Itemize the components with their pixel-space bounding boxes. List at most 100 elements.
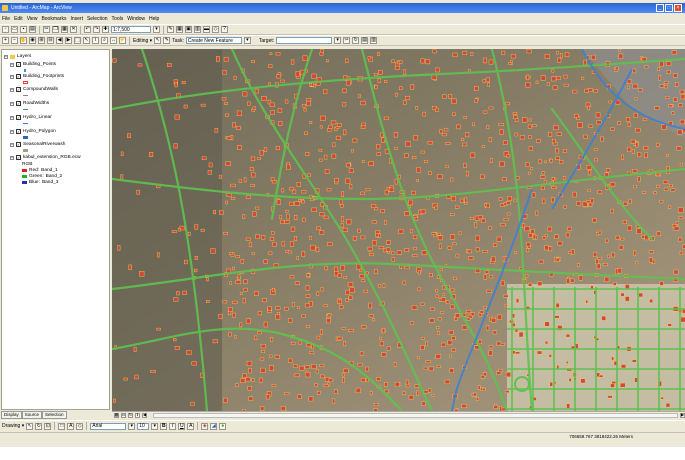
toc-layer-roadwidths[interactable]: − ✓ RoadWidths bbox=[10, 101, 49, 106]
collapse-icon[interactable]: − bbox=[4, 54, 8, 59]
toc-layer-building-footprints[interactable]: − ✓ Building_Footprints bbox=[10, 74, 64, 79]
paste-icon[interactable]: ▦ bbox=[61, 26, 68, 33]
pan-icon[interactable]: ✋ bbox=[20, 37, 27, 44]
scale-dropdown-icon[interactable]: ▾ bbox=[153, 26, 160, 33]
toc-layer-compoundwalls[interactable]: − ✓ CompoundWalls bbox=[10, 87, 58, 92]
collapse-icon[interactable]: − bbox=[10, 74, 14, 79]
maximize-button[interactable]: □ bbox=[665, 4, 673, 12]
copy-icon[interactable]: ❐ bbox=[52, 26, 59, 33]
add-data-icon[interactable]: ✚ bbox=[102, 26, 109, 33]
fixed-zoom-in-icon[interactable]: ⊞ bbox=[38, 37, 45, 44]
select-element-icon[interactable]: ↖ bbox=[83, 37, 90, 44]
collapse-icon[interactable]: − bbox=[10, 155, 14, 160]
fixed-zoom-out-icon[interactable]: ⊟ bbox=[47, 37, 54, 44]
layer-checkbox[interactable]: ✓ bbox=[16, 74, 21, 79]
horizontal-scrollbar[interactable] bbox=[153, 412, 678, 418]
new-document-icon[interactable]: ▫ bbox=[2, 26, 9, 33]
split-tool-icon[interactable]: ✂ bbox=[343, 37, 351, 44]
marker-color-icon[interactable]: ● bbox=[219, 422, 227, 430]
tab-source[interactable]: Source bbox=[21, 411, 43, 419]
find-icon[interactable]: ⌕ bbox=[101, 37, 108, 44]
map-scale-combo[interactable]: 1:7,500 bbox=[111, 26, 151, 33]
save-icon[interactable]: ▪ bbox=[20, 26, 27, 33]
model-builder-icon[interactable]: ◇ bbox=[212, 26, 219, 33]
font-dropdown-icon[interactable]: ▾ bbox=[128, 422, 136, 430]
rectangle-icon[interactable]: □ bbox=[58, 422, 66, 430]
zoom-in-icon[interactable]: + bbox=[2, 37, 9, 44]
sketch-properties-icon[interactable]: ▥ bbox=[370, 37, 378, 44]
map-canvas[interactable] bbox=[112, 49, 685, 411]
font-combo[interactable]: Arial bbox=[90, 422, 127, 430]
scroll-left-icon[interactable]: ◀ bbox=[142, 412, 147, 418]
menu-selection[interactable]: Selection bbox=[87, 16, 108, 22]
font-color-button[interactable]: A bbox=[187, 422, 195, 430]
zoom-out-icon[interactable]: − bbox=[11, 37, 18, 44]
menu-help[interactable]: Help bbox=[149, 16, 159, 22]
data-view-icon[interactable]: ▦ bbox=[114, 412, 119, 418]
scroll-right-icon[interactable]: ▶ bbox=[680, 412, 685, 418]
whats-this-icon[interactable]: ? bbox=[221, 26, 228, 33]
layout-view-icon[interactable]: ▭ bbox=[121, 412, 126, 418]
delete-icon[interactable]: ✕ bbox=[70, 26, 77, 33]
measure-icon[interactable]: ↔ bbox=[110, 37, 117, 44]
toc-layer-seasonalriverwash[interactable]: − ✓ SeasonalRiverwash bbox=[10, 142, 65, 147]
layer-checkbox[interactable]: ✓ bbox=[16, 87, 21, 92]
catalog-icon[interactable]: ▣ bbox=[185, 26, 192, 33]
rotate-icon[interactable]: ↻ bbox=[35, 422, 43, 430]
bold-button[interactable]: B bbox=[160, 422, 168, 430]
back-icon[interactable]: ◀ bbox=[56, 37, 63, 44]
tab-display[interactable]: Display bbox=[1, 411, 22, 419]
drawing-menu[interactable]: Drawing ▾ bbox=[2, 423, 24, 429]
close-button[interactable]: × bbox=[674, 4, 682, 12]
task-combo[interactable]: Create New Feature bbox=[185, 37, 242, 44]
task-dropdown-icon[interactable]: ▾ bbox=[243, 37, 251, 44]
layer-checkbox[interactable]: ✓ bbox=[16, 62, 21, 67]
minimize-button[interactable]: _ bbox=[656, 4, 664, 12]
collapse-icon[interactable]: − bbox=[10, 87, 14, 92]
menu-window[interactable]: Window bbox=[127, 16, 145, 22]
target-dropdown-icon[interactable]: ▾ bbox=[334, 37, 342, 44]
text-icon[interactable]: A bbox=[67, 422, 75, 430]
table-icon[interactable]: ▦ bbox=[176, 26, 183, 33]
select-elements-icon[interactable]: ↖ bbox=[26, 422, 34, 430]
identify-icon[interactable]: i bbox=[92, 37, 99, 44]
underline-button[interactable]: U bbox=[178, 422, 186, 430]
select-features-icon[interactable]: ⬚ bbox=[74, 37, 81, 44]
collapse-icon[interactable]: − bbox=[10, 101, 14, 106]
redo-icon[interactable]: ↷ bbox=[93, 26, 100, 33]
size-dropdown-icon[interactable]: ▾ bbox=[151, 422, 159, 430]
toc-root[interactable]: − Layers bbox=[4, 54, 31, 59]
forward-icon[interactable]: ▶ bbox=[65, 37, 72, 44]
collapse-icon[interactable]: − bbox=[10, 129, 14, 134]
toc-layer-kabul-raster[interactable]: − ✓ kabul_extension_RGB.ecw bbox=[10, 155, 81, 160]
editor-menu[interactable]: Editing ▾ bbox=[133, 38, 152, 44]
toolbox-icon[interactable]: ▥ bbox=[194, 26, 201, 33]
layer-checkbox[interactable]: ✓ bbox=[16, 129, 21, 134]
undo-icon[interactable]: ↶ bbox=[84, 26, 91, 33]
menu-file[interactable]: File bbox=[2, 16, 10, 22]
toc-layer-hydro-polygon[interactable]: − ✓ Hydro_Polygon bbox=[10, 129, 56, 134]
menu-bookmarks[interactable]: Bookmarks bbox=[41, 16, 66, 22]
toc-layer-building-points[interactable]: − ✓ Building_Points bbox=[10, 62, 56, 67]
zoom-to-selected-icon[interactable]: ⊡ bbox=[44, 422, 52, 430]
fill-color-icon[interactable]: ◈ bbox=[201, 422, 209, 430]
sketch-tool-icon[interactable]: ✎ bbox=[163, 37, 171, 44]
edit-tool-icon[interactable]: ↖ bbox=[154, 37, 162, 44]
attributes-icon[interactable]: ▤ bbox=[361, 37, 369, 44]
target-combo[interactable] bbox=[276, 37, 333, 44]
rotate-tool-icon[interactable]: ↻ bbox=[352, 37, 360, 44]
tab-selection[interactable]: Selection bbox=[42, 411, 67, 419]
italic-button[interactable]: I bbox=[169, 422, 177, 430]
toc-layer-hydro-linear[interactable]: − ✓ Hydro_Linear bbox=[10, 115, 52, 120]
layer-checkbox[interactable]: ✓ bbox=[16, 115, 21, 120]
menu-tools[interactable]: Tools bbox=[112, 16, 124, 22]
print-icon[interactable]: ▤ bbox=[29, 26, 36, 33]
layer-checkbox[interactable]: ✓ bbox=[16, 155, 21, 160]
collapse-icon[interactable]: − bbox=[10, 62, 14, 67]
map-display[interactable] bbox=[112, 49, 685, 411]
font-size-combo[interactable]: 10 bbox=[137, 422, 150, 430]
menu-insert[interactable]: Insert bbox=[70, 16, 83, 22]
open-icon[interactable]: ▭ bbox=[11, 26, 18, 33]
menu-view[interactable]: View bbox=[27, 16, 38, 22]
editor-toolbar-icon[interactable]: ✎ bbox=[167, 26, 174, 33]
